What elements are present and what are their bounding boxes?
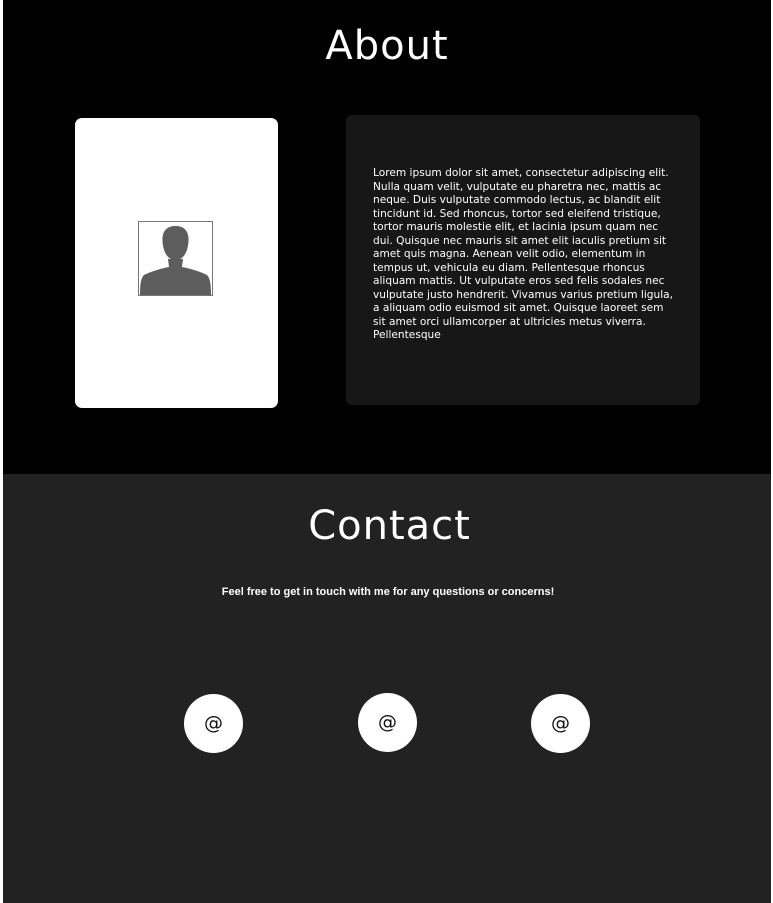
at-sign-icon: @ (204, 712, 223, 734)
contact-button-3[interactable]: @ (531, 694, 590, 753)
about-title: About (325, 23, 449, 69)
contact-title: Contact (308, 503, 471, 549)
at-sign-icon: @ (378, 711, 397, 733)
profile-photo-card (75, 118, 278, 408)
contact-button-1[interactable]: @ (184, 694, 243, 753)
user-silhouette-icon (138, 221, 213, 296)
contact-section: Contact Feel free to get in touch with m… (3, 474, 771, 903)
at-sign-icon: @ (551, 712, 570, 734)
bio-card: Lorem ipsum dolor sit amet, consectetur … (346, 115, 700, 405)
contact-note: Feel free to get in touch with me for an… (221, 586, 555, 598)
about-section: About Lorem ipsum dolor sit amet, consec… (3, 0, 771, 474)
contact-button-2[interactable]: @ (358, 693, 417, 752)
bio-text: Lorem ipsum dolor sit amet, consectetur … (373, 167, 674, 341)
